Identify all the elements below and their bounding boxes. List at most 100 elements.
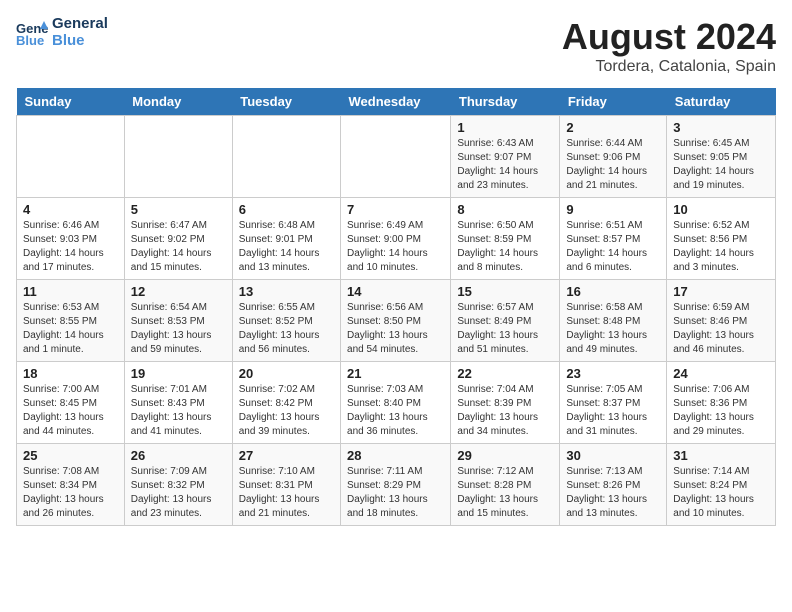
day-info: Sunrise: 6:46 AM Sunset: 9:03 PM Dayligh… (23, 219, 118, 275)
day-number: 24 (673, 366, 769, 381)
day-info: Sunrise: 7:01 AM Sunset: 8:43 PM Dayligh… (131, 383, 226, 439)
calendar-cell: 7 Sunrise: 6:49 AM Sunset: 9:00 PM Daylig… (341, 198, 451, 280)
calendar-cell: 2 Sunrise: 6:44 AM Sunset: 9:06 PM Daylig… (560, 116, 667, 198)
calendar-cell: 16 Sunrise: 6:58 AM Sunset: 8:48 PM Dayli… (560, 280, 667, 362)
header-sunday: Sunday (17, 88, 125, 116)
calendar-cell: 31Sunrise: 7:14 AM Sunset: 8:24 PM Dayli… (667, 444, 776, 526)
header-wednesday: Wednesday (341, 88, 451, 116)
day-number: 30 (566, 448, 660, 463)
day-info: Sunrise: 6:56 AM Sunset: 8:50 PM Dayligh… (347, 301, 444, 357)
page-header: General Blue General Blue August 2024 To… (16, 16, 776, 76)
day-info: Sunrise: 6:48 AM Sunset: 9:01 PM Dayligh… (239, 219, 334, 275)
day-info: Sunrise: 6:57 AM Sunset: 8:49 PM Dayligh… (457, 301, 553, 357)
calendar-cell: 5 Sunrise: 6:47 AM Sunset: 9:02 PM Daylig… (124, 198, 232, 280)
calendar-cell: 6 Sunrise: 6:48 AM Sunset: 9:01 PM Daylig… (232, 198, 340, 280)
header-monday: Monday (124, 88, 232, 116)
day-info: Sunrise: 6:52 AM Sunset: 8:56 PM Dayligh… (673, 219, 769, 275)
calendar-cell: 3 Sunrise: 6:45 AM Sunset: 9:05 PM Daylig… (667, 116, 776, 198)
day-info: Sunrise: 7:02 AM Sunset: 8:42 PM Dayligh… (239, 383, 334, 439)
day-number: 6 (239, 202, 334, 217)
calendar-cell: 15 Sunrise: 6:57 AM Sunset: 8:49 PM Dayli… (451, 280, 560, 362)
calendar-cell: 21 Sunrise: 7:03 AM Sunset: 8:40 PM Dayli… (341, 362, 451, 444)
header-thursday: Thursday (451, 88, 560, 116)
day-number: 17 (673, 284, 769, 299)
day-number: 15 (457, 284, 553, 299)
day-number: 16 (566, 284, 660, 299)
day-info: Sunrise: 7:11 AM Sunset: 8:29 PM Dayligh… (347, 465, 444, 521)
day-info: Sunrise: 7:08 AM Sunset: 8:34 PM Dayligh… (23, 465, 118, 521)
day-info: Sunrise: 6:45 AM Sunset: 9:05 PM Dayligh… (673, 137, 769, 193)
day-info: Sunrise: 7:06 AM Sunset: 8:36 PM Dayligh… (673, 383, 769, 439)
calendar-cell: 26Sunrise: 7:09 AM Sunset: 8:32 PM Dayli… (124, 444, 232, 526)
calendar-cell: 27 Sunrise: 7:10 AM Sunset: 8:31 PM Dayli… (232, 444, 340, 526)
day-number: 1 (457, 120, 553, 135)
calendar-cell: 4Sunrise: 6:46 AM Sunset: 9:03 PM Daylig… (17, 198, 125, 280)
day-number: 19 (131, 366, 226, 381)
day-number: 7 (347, 202, 444, 217)
day-number: 2 (566, 120, 660, 135)
calendar-title: August 2024 (562, 16, 776, 58)
calendar-cell (17, 116, 125, 198)
day-info: Sunrise: 6:51 AM Sunset: 8:57 PM Dayligh… (566, 219, 660, 275)
calendar-week-5: 25 Sunrise: 7:08 AM Sunset: 8:34 PM Dayli… (17, 444, 776, 526)
calendar-cell: 8 Sunrise: 6:50 AM Sunset: 8:59 PM Daylig… (451, 198, 560, 280)
day-number: 25 (23, 448, 118, 463)
calendar-cell: 19 Sunrise: 7:01 AM Sunset: 8:43 PM Dayli… (124, 362, 232, 444)
calendar-cell: 24 Sunrise: 7:06 AM Sunset: 8:36 PM Dayli… (667, 362, 776, 444)
calendar-cell: 29 Sunrise: 7:12 AM Sunset: 8:28 PM Dayli… (451, 444, 560, 526)
day-number: 12 (131, 284, 226, 299)
day-number: 21 (347, 366, 444, 381)
day-info: Sunrise: 6:59 AM Sunset: 8:46 PM Dayligh… (673, 301, 769, 357)
day-number: 26 (131, 448, 226, 463)
calendar-table: SundayMondayTuesdayWednesdayThursdayFrid… (16, 88, 776, 526)
day-number: 13 (239, 284, 334, 299)
day-number: 18 (23, 366, 118, 381)
day-info: Sunrise: 6:49 AM Sunset: 9:00 PM Dayligh… (347, 219, 444, 275)
calendar-cell: 30Sunrise: 7:13 AM Sunset: 8:26 PM Dayli… (560, 444, 667, 526)
header-friday: Friday (560, 88, 667, 116)
logo-general: General (52, 16, 108, 33)
calendar-cell: 22 Sunrise: 7:04 AM Sunset: 8:39 PM Dayli… (451, 362, 560, 444)
day-number: 3 (673, 120, 769, 135)
day-info: Sunrise: 7:04 AM Sunset: 8:39 PM Dayligh… (457, 383, 553, 439)
day-number: 11 (23, 284, 118, 299)
calendar-cell: 18Sunrise: 7:00 AM Sunset: 8:45 PM Dayli… (17, 362, 125, 444)
calendar-subtitle: Tordera, Catalonia, Spain (562, 58, 776, 76)
calendar-week-1: 1 Sunrise: 6:43 AM Sunset: 9:07 PM Daylig… (17, 116, 776, 198)
day-number: 8 (457, 202, 553, 217)
day-number: 20 (239, 366, 334, 381)
day-info: Sunrise: 6:47 AM Sunset: 9:02 PM Dayligh… (131, 219, 226, 275)
day-number: 14 (347, 284, 444, 299)
calendar-cell: 28 Sunrise: 7:11 AM Sunset: 8:29 PM Dayli… (341, 444, 451, 526)
calendar-cell: 11Sunrise: 6:53 AM Sunset: 8:55 PM Dayli… (17, 280, 125, 362)
day-number: 23 (566, 366, 660, 381)
day-number: 28 (347, 448, 444, 463)
day-number: 22 (457, 366, 553, 381)
day-number: 27 (239, 448, 334, 463)
day-info: Sunrise: 6:54 AM Sunset: 8:53 PM Dayligh… (131, 301, 226, 357)
svg-text:Blue: Blue (16, 33, 44, 47)
day-number: 29 (457, 448, 553, 463)
calendar-cell: 10Sunrise: 6:52 AM Sunset: 8:56 PM Dayli… (667, 198, 776, 280)
calendar-week-2: 4Sunrise: 6:46 AM Sunset: 9:03 PM Daylig… (17, 198, 776, 280)
logo: General Blue General Blue (16, 16, 108, 49)
day-info: Sunrise: 6:43 AM Sunset: 9:07 PM Dayligh… (457, 137, 553, 193)
calendar-header-row: SundayMondayTuesdayWednesdayThursdayFrid… (17, 88, 776, 116)
day-info: Sunrise: 6:44 AM Sunset: 9:06 PM Dayligh… (566, 137, 660, 193)
day-info: Sunrise: 7:10 AM Sunset: 8:31 PM Dayligh… (239, 465, 334, 521)
calendar-cell: 14 Sunrise: 6:56 AM Sunset: 8:50 PM Dayli… (341, 280, 451, 362)
calendar-cell: 13Sunrise: 6:55 AM Sunset: 8:52 PM Dayli… (232, 280, 340, 362)
logo-icon: General Blue (16, 19, 48, 47)
day-info: Sunrise: 7:12 AM Sunset: 8:28 PM Dayligh… (457, 465, 553, 521)
calendar-cell: 17 Sunrise: 6:59 AM Sunset: 8:46 PM Dayli… (667, 280, 776, 362)
calendar-cell: 9 Sunrise: 6:51 AM Sunset: 8:57 PM Daylig… (560, 198, 667, 280)
day-number: 5 (131, 202, 226, 217)
day-number: 31 (673, 448, 769, 463)
calendar-cell (341, 116, 451, 198)
day-info: Sunrise: 7:03 AM Sunset: 8:40 PM Dayligh… (347, 383, 444, 439)
day-number: 9 (566, 202, 660, 217)
calendar-week-3: 11Sunrise: 6:53 AM Sunset: 8:55 PM Dayli… (17, 280, 776, 362)
day-info: Sunrise: 6:58 AM Sunset: 8:48 PM Dayligh… (566, 301, 660, 357)
day-info: Sunrise: 6:50 AM Sunset: 8:59 PM Dayligh… (457, 219, 553, 275)
calendar-cell: 23Sunrise: 7:05 AM Sunset: 8:37 PM Dayli… (560, 362, 667, 444)
